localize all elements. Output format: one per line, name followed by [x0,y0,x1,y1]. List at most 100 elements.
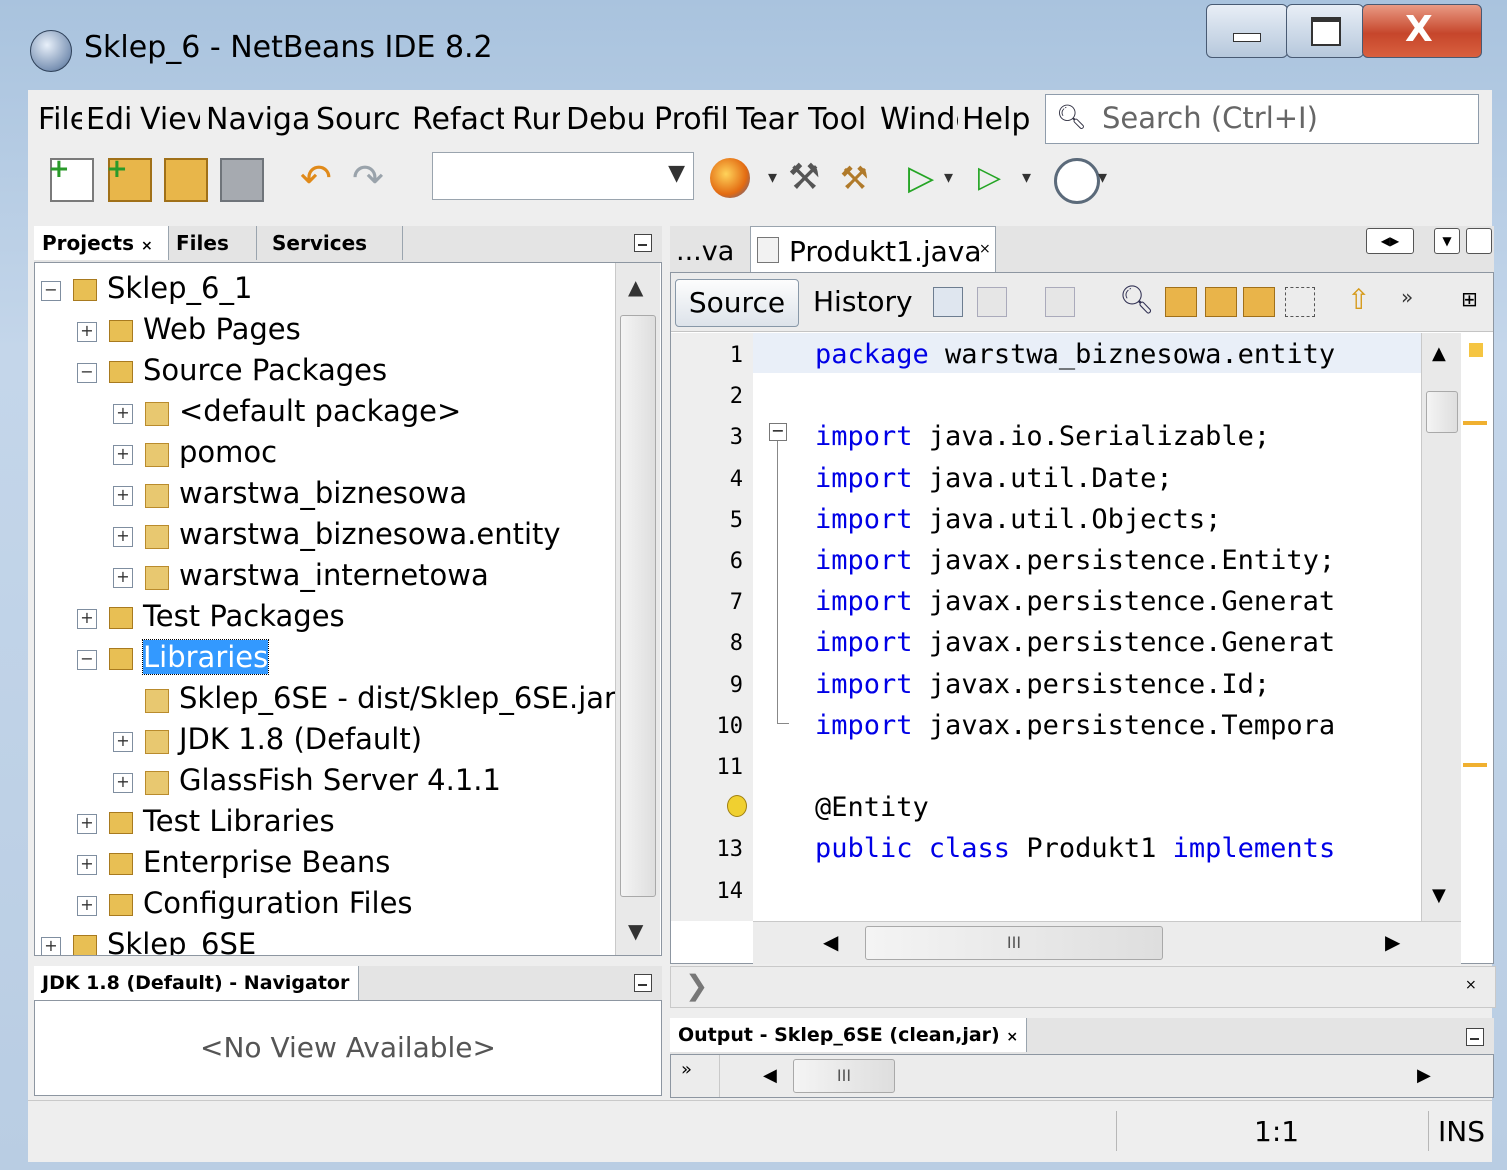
history-button[interactable]: History [813,285,913,318]
tree-item[interactable]: Sklep_6SE - dist/Sklep_6SE.jar [179,681,616,715]
search-field[interactable]: 🔍︎ Search (Ctrl+I) [1045,94,1479,144]
tree-item[interactable]: Web Pages [143,312,301,346]
tree-expander[interactable]: + [113,527,133,547]
minimize-panel-icon[interactable] [634,234,652,252]
browser-icon[interactable] [710,158,750,198]
tree-item[interactable]: Sklep_6SE [107,927,256,955]
find-previous-icon[interactable] [1165,287,1197,317]
tree-item[interactable]: Test Packages [143,599,345,633]
code-line[interactable]: @Entity [815,792,929,823]
tree-expander[interactable]: + [77,896,97,916]
show-opened-docs-icon[interactable]: ▼ [1434,228,1460,254]
code-line[interactable]: import javax.persistence.Entity; [815,545,1335,576]
menu-navigate[interactable]: Naviga [206,102,310,137]
menu-file[interactable]: Filе [38,102,82,137]
editor-hscroll-thumb[interactable]: III [865,926,1163,960]
tree-expander[interactable]: + [113,773,133,793]
scroll-left-icon[interactable]: ◀ [823,930,838,954]
clean-build-icon[interactable]: ⚒ [840,158,880,198]
maximize-button[interactable] [1286,4,1364,58]
tree-scrollbar[interactable]: ▲ ▼ [615,263,660,955]
tree-expander[interactable]: + [113,486,133,506]
tree-expander[interactable]: + [77,609,97,629]
menu-edit[interactable]: Edi [86,102,136,137]
tree-expander[interactable]: + [113,404,133,424]
menu-refactor[interactable]: Refactе [412,102,504,137]
configuration-combo[interactable]: ▼ [432,152,694,200]
new-project-icon[interactable]: + [106,154,152,202]
code-line[interactable]: import javax.persistence.Generat [815,586,1335,617]
fold-icon[interactable]: − [769,423,787,441]
output-more-icon[interactable]: » [681,1059,692,1080]
tree-item[interactable]: Source Packages [143,353,387,387]
tree-expander[interactable]: + [41,937,61,955]
tree-expander[interactable]: + [113,732,133,752]
tree-item[interactable]: GlassFish Server 4.1.1 [179,763,501,797]
menu-run[interactable]: Rur [512,102,560,137]
insert-mode[interactable]: INS [1438,1115,1485,1148]
stripe-warning-marker[interactable] [1463,421,1487,425]
editor-hscrollbar[interactable]: ◀ III ▶ [753,921,1461,964]
scroll-down-icon[interactable]: ▼ [628,919,643,943]
code-line[interactable]: import java.util.Objects; [815,504,1221,535]
run-icon[interactable]: ▷ [908,158,948,198]
tree-item[interactable]: warstwa_internetowa [179,558,489,592]
output-hscroll-thumb[interactable]: III [793,1059,895,1093]
code-line[interactable]: import java.io.Serializable; [815,421,1270,452]
tree-expander[interactable]: + [113,445,133,465]
tree-item[interactable]: <default package> [179,394,461,428]
find-next-icon[interactable] [1205,287,1237,317]
tab-previous-file[interactable]: ...va [676,236,734,267]
scroll-left-icon[interactable]: ◀ [763,1065,777,1086]
toggle-highlight-icon[interactable] [1243,287,1275,317]
code-line[interactable]: import javax.persistence.Generat [815,627,1335,658]
tab-navigator[interactable]: JDK 1.8 (Default) - Navigator ⨯ [34,966,359,1027]
menu-view[interactable]: Viev [140,102,200,137]
tree-item[interactable]: Configuration Files [143,886,413,920]
build-hammer-icon[interactable]: ⚒ [788,158,828,198]
tree-expander[interactable]: + [77,814,97,834]
forward-icon[interactable] [1045,287,1075,317]
source-button[interactable]: Source [675,279,799,327]
menu-profile[interactable]: Profil [654,102,730,137]
tab-services[interactable]: Services [264,226,403,260]
tree-item[interactable]: Enterprise Beans [143,845,390,879]
back-icon[interactable] [977,287,1007,317]
scroll-down-icon[interactable]: ▼ [1432,885,1446,906]
tree-expander[interactable]: − [41,281,61,301]
tree-scroll-thumb[interactable] [620,315,656,897]
tree-item[interactable]: warstwa_biznesowa [179,476,467,510]
tab-projects[interactable]: Projects ⨯ [34,226,169,260]
debug-icon[interactable]: ▷ [978,158,1018,198]
last-edit-icon[interactable] [933,287,963,317]
minimize-panel-icon[interactable] [1466,1028,1484,1046]
menu-window[interactable]: Windo [880,102,958,137]
close-icon[interactable]: ⨯ [1465,977,1477,993]
scroll-up-icon[interactable]: ▲ [628,275,643,299]
tree-item[interactable]: Test Libraries [143,804,335,838]
scroll-up-icon[interactable]: ▲ [1432,343,1446,364]
code-line[interactable]: import javax.persistence.Id; [815,669,1270,700]
tab-produkt1[interactable]: Produkt1.java ⨯ [750,226,996,273]
tree-expander[interactable]: − [77,363,97,383]
tree-expander[interactable]: + [113,568,133,588]
more-chevron-icon[interactable]: » [1401,285,1413,309]
undo-icon[interactable]: ↶ [300,158,340,198]
editor-vscrollbar[interactable]: ▲ ▼ [1421,333,1462,921]
scroll-right-icon[interactable]: ▶ [1385,930,1400,954]
code-line[interactable]: import javax.persistence.Tempora [815,710,1335,741]
tree-expander[interactable]: + [77,322,97,342]
menu-source[interactable]: Sourc [316,102,406,137]
tree-item[interactable]: pomoc [179,435,277,469]
tree-item[interactable]: JDK 1.8 (Default) [179,722,422,756]
code-line[interactable]: package warstwa_biznesowa.entity [815,339,1335,370]
expand-chevron-icon[interactable]: ❯ [685,969,708,1002]
redo-icon[interactable]: ↷ [352,158,392,198]
close-tab-icon[interactable]: ⨯ [979,241,991,257]
profile-icon[interactable] [1054,158,1100,204]
tab-files[interactable]: Files [168,226,257,260]
menu-team[interactable]: Tear [736,102,800,137]
minimize-button[interactable] [1206,4,1288,58]
scroll-tabs-icon[interactable]: ◀▶ [1366,228,1414,254]
menu-tools[interactable]: Tool [808,102,876,137]
